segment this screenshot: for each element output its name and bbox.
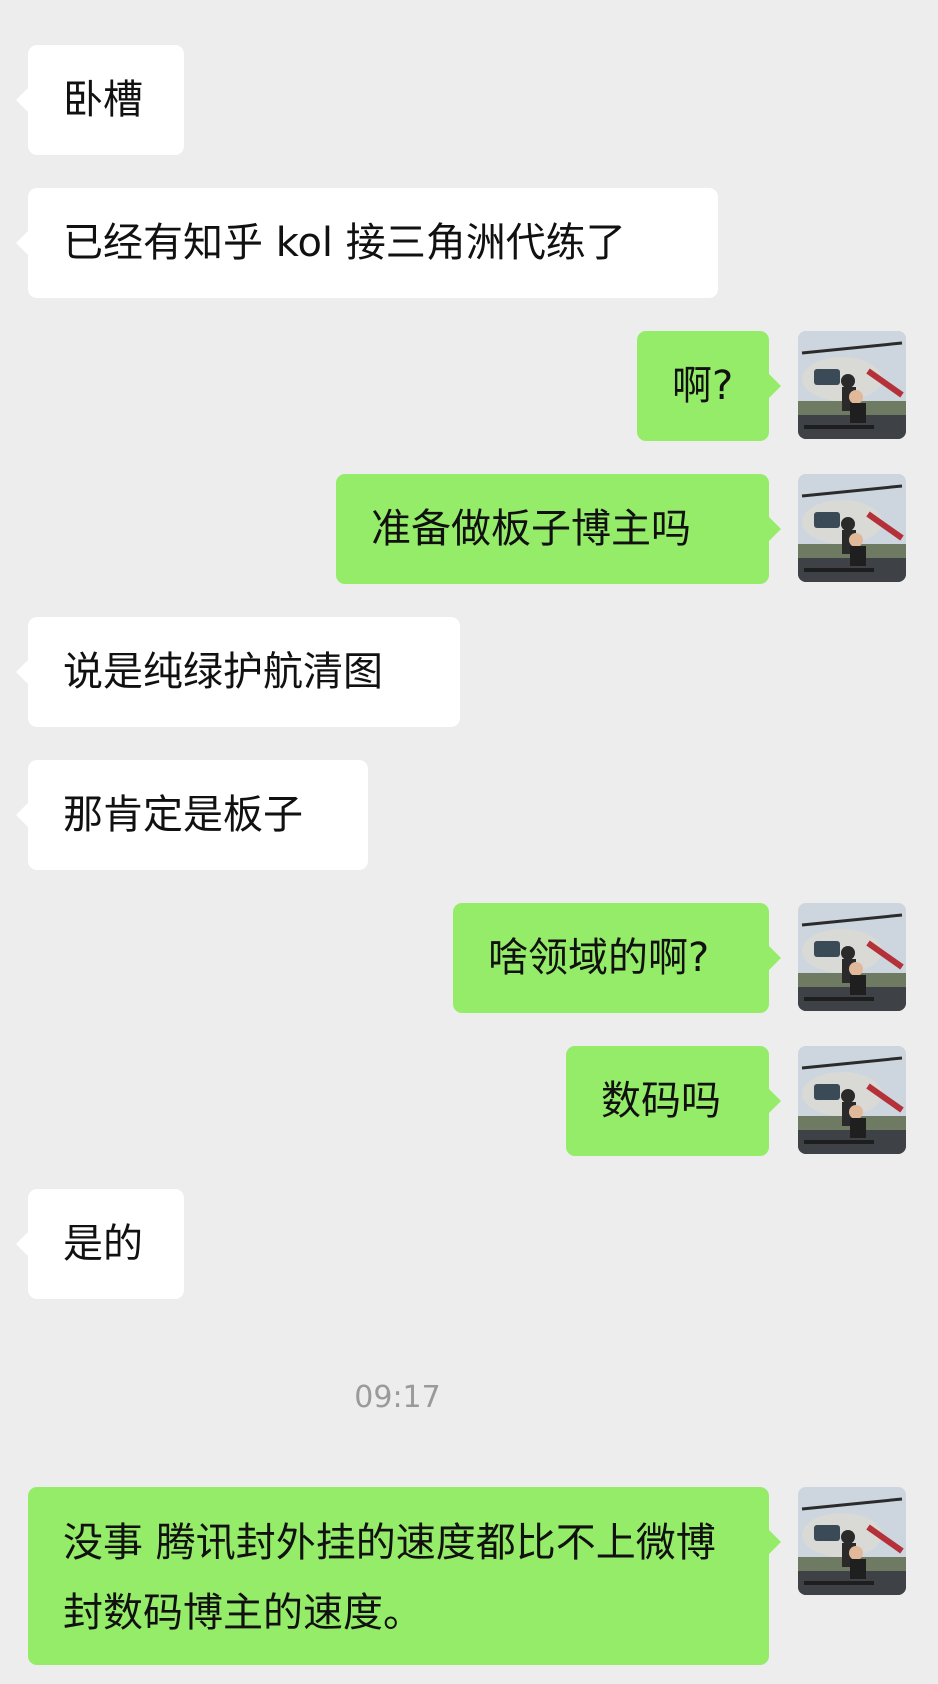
message-bubble-outgoing[interactable]: 准备做板子博主吗	[336, 474, 781, 584]
avatar[interactable]	[798, 903, 906, 1011]
helicopter-photo-avatar-icon	[798, 331, 906, 439]
chat-area[interactable]: 卧槽 已经有知乎 kol 接三角洲代练了 啊? 准备做板子博主吗 说是纯绿护航清…	[0, 0, 938, 1684]
message-bubble-incoming[interactable]: 卧槽	[16, 45, 184, 155]
message-bubble-incoming[interactable]: 已经有知乎 kol 接三角洲代练了	[16, 188, 718, 298]
message-bubble-outgoing[interactable]: 啊?	[637, 331, 781, 441]
avatar[interactable]	[798, 1487, 906, 1595]
message-bubble-outgoing[interactable]: 没事 腾讯封外挂的速度都比不上微博封数码博主的速度。	[28, 1487, 781, 1665]
helicopter-photo-avatar-icon	[798, 903, 906, 1011]
message-timestamp: 09:17	[354, 1380, 441, 1415]
message-bubble-outgoing[interactable]: 数码吗	[566, 1046, 781, 1156]
avatar[interactable]	[798, 474, 906, 582]
helicopter-photo-avatar-icon	[798, 1046, 906, 1154]
avatar[interactable]	[798, 331, 906, 439]
message-bubble-outgoing[interactable]: 啥领域的啊?	[453, 903, 781, 1013]
message-bubble-incoming[interactable]: 那肯定是板子	[16, 760, 368, 870]
helicopter-photo-avatar-icon	[798, 1487, 906, 1595]
message-bubble-incoming[interactable]: 说是纯绿护航清图	[16, 617, 460, 727]
message-bubble-incoming[interactable]: 是的	[16, 1189, 184, 1299]
helicopter-photo-avatar-icon	[798, 474, 906, 582]
avatar[interactable]	[798, 1046, 906, 1154]
